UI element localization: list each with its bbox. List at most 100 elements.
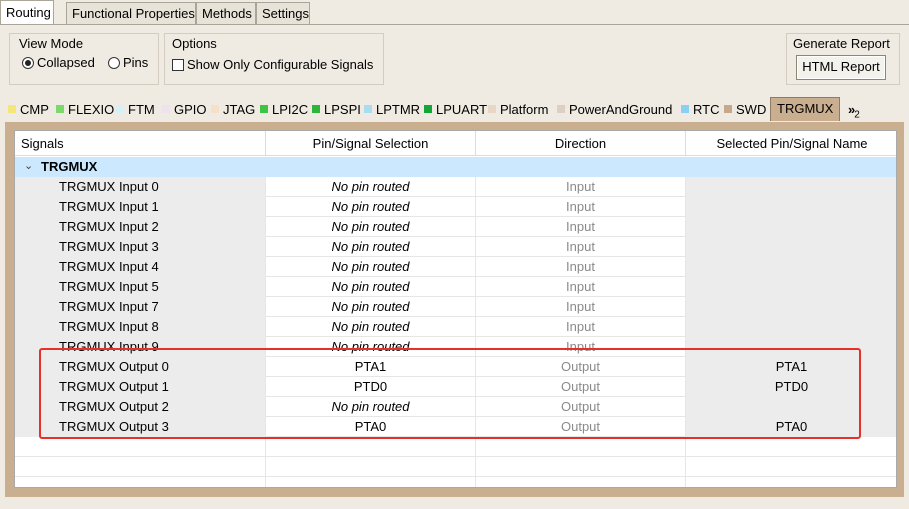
- pin-selection-cell[interactable]: No pin routed: [266, 217, 476, 237]
- signal-cell: TRGMUX Input 8: [15, 317, 266, 337]
- signal-cell: TRGMUX Input 4: [15, 257, 266, 277]
- pin-selection-cell[interactable]: No pin routed: [266, 177, 476, 197]
- pin-selection-cell[interactable]: No pin routed: [266, 317, 476, 337]
- ptab-label: PowerAndGround: [569, 102, 673, 117]
- ptab-label: CMP: [20, 102, 49, 117]
- direction-cell[interactable]: Input: [476, 257, 686, 277]
- ptab-flexio[interactable]: FLEXIO: [56, 100, 114, 121]
- ptab-label: JTAG: [223, 102, 256, 117]
- selected-name-cell: PTD0: [686, 377, 896, 397]
- tab-methods[interactable]: Methods: [196, 2, 256, 24]
- pin-selection-cell[interactable]: No pin routed: [266, 397, 476, 417]
- ptab-label: FLEXIO: [68, 102, 115, 117]
- ptab-powerandground[interactable]: PowerAndGround: [557, 100, 672, 121]
- ptab-ftm[interactable]: FTM: [116, 100, 155, 121]
- direction-cell[interactable]: Input: [476, 177, 686, 197]
- radio-collapsed[interactable]: [22, 57, 34, 69]
- view-mode-title: View Mode: [19, 36, 84, 51]
- selected-name-cell: [686, 177, 896, 197]
- group-row-trgmux[interactable]: ⌄ TRGMUX: [15, 157, 896, 177]
- direction-cell[interactable]: Output: [476, 357, 686, 377]
- radio-pins[interactable]: [108, 57, 120, 69]
- direction-cell[interactable]: Input: [476, 197, 686, 217]
- table-row[interactable]: TRGMUX Input 5 No pin routed Input: [15, 277, 896, 297]
- table-row[interactable]: TRGMUX Output 3 PTA0 Output PTA0: [15, 417, 896, 437]
- pin-selection-cell[interactable]: PTD0: [266, 377, 476, 397]
- radio-pins-label[interactable]: Pins: [123, 55, 148, 70]
- html-report-button[interactable]: HTML Report: [796, 55, 886, 80]
- more-tabs-chevron-icon[interactable]: »2: [848, 100, 860, 121]
- tab-settings[interactable]: Settings: [256, 2, 310, 24]
- ptab-lptmr[interactable]: LPTMR: [364, 100, 420, 121]
- swd-color-icon: [724, 105, 732, 113]
- peripheral-tab-bar: CMP FLEXIO FTM GPIO JTAG LPI2C LPSPI LPT…: [0, 96, 909, 122]
- table-row[interactable]: TRGMUX Input 9 No pin routed Input: [15, 337, 896, 357]
- direction-cell[interactable]: Input: [476, 337, 686, 357]
- pin-selection-cell[interactable]: No pin routed: [266, 197, 476, 217]
- pin-selection-cell[interactable]: No pin routed: [266, 297, 476, 317]
- table-row[interactable]: TRGMUX Input 8 No pin routed Input: [15, 317, 896, 337]
- table-row[interactable]: TRGMUX Input 0 No pin routed Input: [15, 177, 896, 197]
- direction-cell[interactable]: Output: [476, 377, 686, 397]
- direction-cell[interactable]: Input: [476, 277, 686, 297]
- table-row[interactable]: TRGMUX Output 1 PTD0 Output PTD0: [15, 377, 896, 397]
- pin-selection-cell[interactable]: No pin routed: [266, 257, 476, 277]
- col-signals[interactable]: Signals: [15, 131, 266, 156]
- table-row[interactable]: TRGMUX Input 3 No pin routed Input: [15, 237, 896, 257]
- powerandground-color-icon: [557, 105, 565, 113]
- pin-selection-cell[interactable]: PTA0: [266, 417, 476, 437]
- ptab-lpuart[interactable]: LPUART: [424, 100, 487, 121]
- report-group: Generate Report HTML Report: [786, 33, 900, 85]
- direction-cell[interactable]: Input: [476, 297, 686, 317]
- selected-name-cell: PTA1: [686, 357, 896, 377]
- table-row[interactable]: TRGMUX Output 2 No pin routed Output: [15, 397, 896, 417]
- ptab-label: FTM: [128, 102, 155, 117]
- col-selected-name[interactable]: Selected Pin/Signal Name: [686, 131, 896, 156]
- ptab-lpspi[interactable]: LPSPI: [312, 100, 361, 121]
- signal-cell: TRGMUX Input 7: [15, 297, 266, 317]
- signal-cell: TRGMUX Input 1: [15, 197, 266, 217]
- empty-cell: [686, 477, 896, 487]
- routing-table[interactable]: Signals Pin/Signal Selection Direction S…: [14, 130, 897, 488]
- signal-cell: TRGMUX Output 2: [15, 397, 266, 417]
- tab-routing[interactable]: Routing: [0, 0, 54, 25]
- table-row[interactable]: TRGMUX Input 7 No pin routed Input: [15, 297, 896, 317]
- platform-color-icon: [488, 105, 496, 113]
- pin-selection-cell[interactable]: No pin routed: [266, 237, 476, 257]
- pin-selection-cell[interactable]: No pin routed: [266, 277, 476, 297]
- ptab-gpio[interactable]: GPIO: [162, 100, 207, 121]
- direction-cell[interactable]: Input: [476, 317, 686, 337]
- ptab-swd[interactable]: SWD: [724, 100, 766, 121]
- table-row[interactable]: TRGMUX Input 2 No pin routed Input: [15, 217, 896, 237]
- table-row[interactable]: TRGMUX Input 1 No pin routed Input: [15, 197, 896, 217]
- selected-name-cell: PTA0: [686, 417, 896, 437]
- empty-cell: [476, 477, 686, 487]
- radio-collapsed-label[interactable]: Collapsed: [37, 55, 95, 70]
- selected-name-cell: [686, 317, 896, 337]
- direction-cell[interactable]: Input: [476, 237, 686, 257]
- selected-name-cell: [686, 277, 896, 297]
- ptab-lpi2c[interactable]: LPI2C: [260, 100, 308, 121]
- ptab-trgmux[interactable]: TRGMUX: [770, 97, 841, 121]
- pin-selection-cell[interactable]: No pin routed: [266, 337, 476, 357]
- direction-cell[interactable]: Input: [476, 217, 686, 237]
- table-row[interactable]: TRGMUX Input 4 No pin routed Input: [15, 257, 896, 277]
- show-configurable-label[interactable]: Show Only Configurable Signals: [187, 57, 373, 72]
- ptab-rtc[interactable]: RTC: [681, 100, 719, 121]
- ptab-platform[interactable]: Platform: [488, 100, 548, 121]
- signal-cell: TRGMUX Input 3: [15, 237, 266, 257]
- table-row[interactable]: TRGMUX Output 0 PTA1 Output PTA1: [15, 357, 896, 377]
- show-configurable-checkbox[interactable]: [172, 59, 184, 71]
- col-pin-selection[interactable]: Pin/Signal Selection: [266, 131, 476, 156]
- flexio-color-icon: [56, 105, 64, 113]
- col-direction[interactable]: Direction: [476, 131, 686, 156]
- direction-cell[interactable]: Output: [476, 417, 686, 437]
- tab-functional-properties[interactable]: Functional Properties: [66, 2, 196, 24]
- ptab-label: LPUART: [436, 102, 488, 117]
- ptab-jtag[interactable]: JTAG: [211, 100, 255, 121]
- expand-chevron-icon[interactable]: ⌄: [24, 159, 33, 172]
- direction-cell[interactable]: Output: [476, 397, 686, 417]
- pin-selection-cell[interactable]: PTA1: [266, 357, 476, 377]
- view-mode-group: View Mode Collapsed Pins: [9, 33, 159, 85]
- ptab-cmp[interactable]: CMP: [8, 100, 49, 121]
